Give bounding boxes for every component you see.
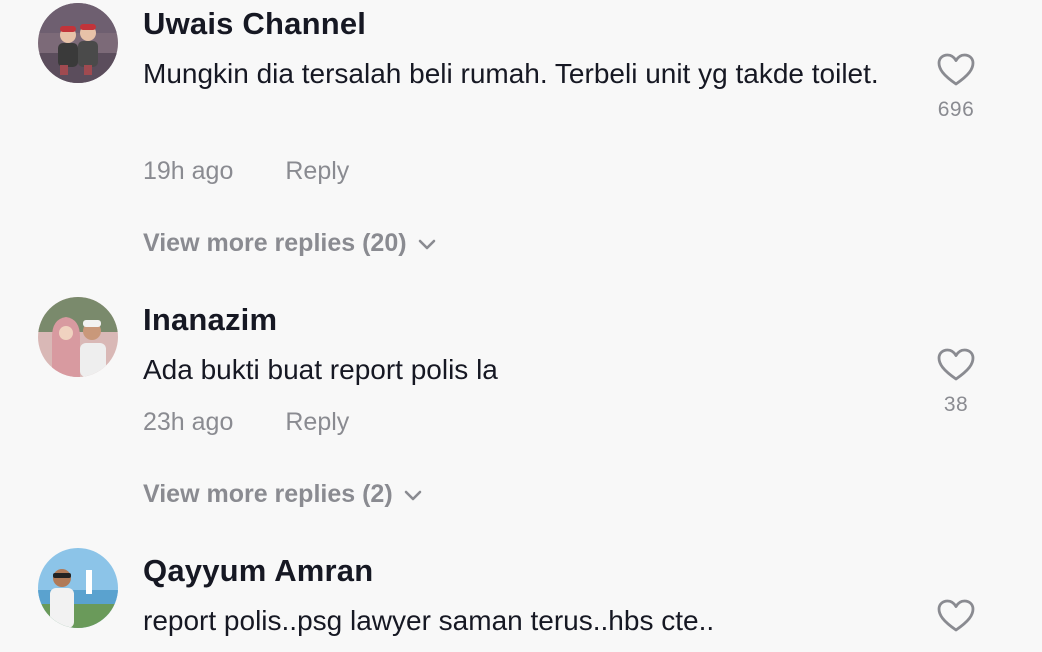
- user-avatar[interactable]: [38, 297, 118, 377]
- comment-username[interactable]: Qayyum Amran: [143, 553, 373, 589]
- avatar-couple-photo-icon: [38, 297, 118, 377]
- comment-timestamp: 19h ago: [143, 157, 234, 185]
- avatar-beach-photo-icon: [38, 548, 118, 628]
- comment-text: Mungkin dia tersalah beli rumah. Terbeli…: [143, 58, 879, 89]
- comment-text: Ada bukti buat report polis la: [143, 354, 498, 385]
- heart-icon: [925, 53, 987, 87]
- like-count: 696: [937, 98, 975, 121]
- user-avatar[interactable]: [38, 3, 118, 83]
- like-button[interactable]: 696: [925, 53, 987, 122]
- view-more-replies-button[interactable]: View more replies (20): [143, 229, 437, 259]
- like-count: 38: [943, 393, 969, 416]
- view-more-label: View more replies (20): [143, 229, 407, 257]
- chevron-down-icon: [417, 230, 437, 259]
- view-more-label: View more replies (2): [143, 480, 393, 508]
- view-more-replies-button[interactable]: View more replies (2): [143, 480, 423, 510]
- heart-icon: [925, 348, 987, 382]
- heart-icon: [925, 599, 987, 633]
- avatar-kids-photo-icon: [38, 3, 118, 83]
- user-avatar[interactable]: [38, 548, 118, 628]
- comment-username[interactable]: Uwais Channel: [143, 6, 366, 42]
- comment-meta: 23h ago Reply: [143, 408, 349, 437]
- reply-button[interactable]: Reply: [285, 408, 349, 436]
- comment-username[interactable]: Inanazim: [143, 302, 277, 338]
- reply-button[interactable]: Reply: [285, 157, 349, 185]
- chevron-down-icon: [403, 481, 423, 510]
- comment-meta: 19h ago Reply: [143, 157, 349, 186]
- comment-text: report polis..psg lawyer saman terus..hb…: [143, 605, 715, 636]
- comment-timestamp: 23h ago: [143, 408, 234, 436]
- like-button[interactable]: [925, 599, 987, 633]
- like-button[interactable]: 38: [925, 348, 987, 417]
